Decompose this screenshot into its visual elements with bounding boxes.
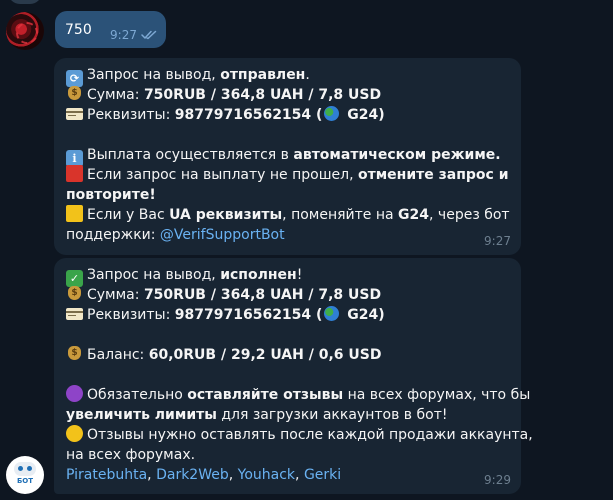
bot-avatar-label: БОТ — [16, 476, 34, 485]
message-text: 750 — [65, 21, 92, 38]
red-square-icon — [66, 165, 83, 182]
text: на всех форумах. — [66, 447, 196, 463]
text: Реквизиты: — [87, 307, 175, 323]
amount-line: Сумма: 750RUB / 364,8 UAH / 7,8 USD — [66, 285, 511, 305]
forum-link[interactable]: Piratebuhta — [66, 467, 147, 483]
separator: , — [228, 467, 238, 483]
message-time: 9:27 — [484, 234, 511, 248]
mode-text: автоматическом режиме. — [293, 147, 501, 163]
status-line: ✓ Запрос на вывод, исполнен! — [66, 265, 511, 287]
requisites-line: Реквизиты: 98779716562154 ( G24) — [66, 105, 511, 125]
bot-message-withdrawal-done[interactable]: ✓Запрос на вывод, исполнен! Сумма: 750RU… — [54, 258, 533, 494]
money-bag-icon — [66, 85, 83, 102]
separator: , — [147, 467, 157, 483]
message-time: 9:27 — [110, 28, 137, 42]
requisites-system: G24) — [342, 307, 385, 323]
ua-requisites-line: Если у Вас UA реквизиты, поменяйте на G2… — [66, 205, 511, 225]
text: для загрузки аккаунтов в бот! — [216, 407, 448, 423]
reviews-line: Обязательно оставляйте отзывы на всех фо… — [66, 385, 530, 405]
warning-line: Если запрос на выплату не прошел, отмени… — [66, 165, 511, 185]
amount-value: 750RUB / 364,8 UAH / 7,8 USD — [143, 87, 382, 103]
text: ! — [296, 267, 303, 283]
amount-line: Сумма: 750RUB / 364,8 UAH / 7,8 USD — [66, 85, 511, 105]
text: Выплата осуществляется в — [87, 147, 294, 163]
yellow-circle-icon — [66, 425, 83, 442]
separator: , — [295, 467, 304, 483]
text-bold: G24 — [398, 207, 430, 223]
requisites-value: 98779716562154 ( — [174, 307, 323, 323]
purple-circle-icon — [66, 385, 83, 402]
text-bold: оставляйте отзывы — [187, 387, 344, 403]
text: Отзывы нужно оставлять после каждой прод… — [87, 427, 533, 443]
globe-icon — [324, 106, 340, 121]
text-bold: UA реквизиты — [169, 207, 283, 223]
warning-line-cont: повторите! — [66, 185, 511, 205]
forum-links-line: Piratebuhta, Dark2Web, Youhack, Gerki — [66, 465, 511, 485]
text: Обязательно — [87, 387, 188, 403]
text: Баланс: — [87, 347, 149, 363]
card-icon — [66, 108, 83, 120]
text: Реквизиты: — [87, 107, 175, 123]
text: поддержки: — [66, 227, 160, 243]
card-icon — [66, 308, 83, 320]
requisites-value: 98779716562154 ( — [174, 107, 323, 123]
money-bag-icon — [66, 345, 83, 362]
text: Запрос на вывод, — [87, 67, 221, 83]
text: , поменяйте на — [282, 207, 399, 223]
balance-value: 60,0RUB / 29,2 UAH / 0,6 USD — [148, 347, 382, 363]
user-avatar[interactable] — [6, 12, 44, 50]
message-time: 9:29 — [484, 473, 511, 487]
bot-avatar[interactable]: БОТ — [6, 456, 44, 494]
status-text: отправлен — [220, 67, 306, 83]
text: Сумма: — [87, 87, 144, 103]
text: на всех форумах, что бы — [343, 387, 531, 403]
amount-value: 750RUB / 364,8 UAH / 7,8 USD — [143, 287, 382, 303]
text-bold: повторите! — [66, 187, 156, 203]
outgoing-message[interactable]: 750 9:27 — [55, 11, 166, 48]
text: . — [305, 67, 310, 83]
balance-line: Баланс: 60,0RUB / 29,2 UAH / 0,6 USD — [66, 345, 511, 365]
text: Сумма: — [87, 287, 144, 303]
message-meta: 9:27 — [110, 28, 157, 42]
requisites-line: Реквизиты: 98779716562154 ( G24) — [66, 305, 511, 325]
status-text: исполнен — [220, 267, 297, 283]
reviews-note-line-cont: на всех форумах. — [66, 445, 511, 465]
double-check-icon — [141, 30, 157, 40]
money-bag-icon — [66, 285, 83, 302]
previous-avatar-edge — [8, 0, 42, 4]
text-bold: увеличить лимиты — [66, 407, 217, 423]
text: Если у Вас — [87, 207, 170, 223]
reviews-line-cont: увеличить лимиты для загрузки аккаунтов … — [66, 405, 511, 425]
text-bold: отмените запрос и — [357, 167, 509, 183]
support-bot-link[interactable]: @VerifSupportBot — [160, 227, 285, 243]
forum-link[interactable]: Youhack — [238, 467, 295, 483]
support-line: поддержки: @VerifSupportBot — [66, 225, 511, 245]
text: Если запрос на выплату не прошел, — [87, 167, 358, 183]
reviews-note-line: Отзывы нужно оставлять после каждой прод… — [66, 425, 533, 445]
text: Запрос на вывод, — [87, 267, 221, 283]
forum-link[interactable]: Gerki — [304, 467, 341, 483]
robot-icon — [14, 461, 36, 476]
globe-icon — [324, 306, 340, 321]
info-line: i Выплата осуществляется в автоматическом… — [66, 145, 511, 167]
requisites-system: G24) — [342, 107, 385, 123]
status-line: ⟳ Запрос на вывод, отправлен. — [66, 65, 511, 87]
text: , через бот — [429, 207, 510, 223]
forum-link[interactable]: Dark2Web — [156, 467, 229, 483]
yellow-square-icon — [66, 205, 83, 222]
bot-message-withdrawal-sent[interactable]: ⟳Запрос на вывод, отправлен. Сумма: 750R… — [54, 58, 521, 255]
